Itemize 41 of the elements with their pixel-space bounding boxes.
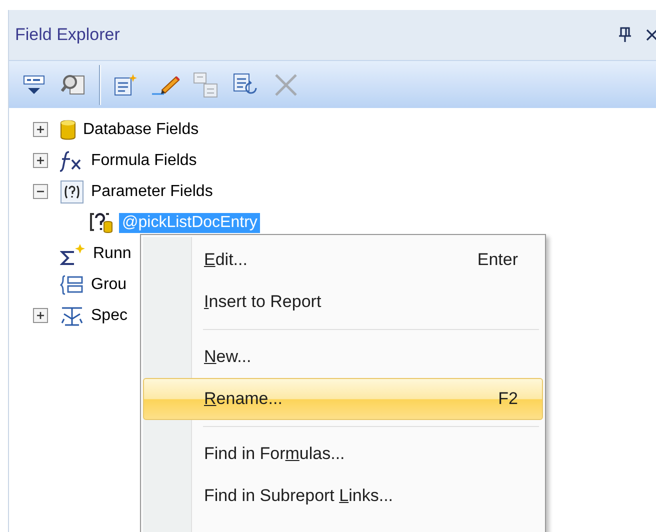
menu-item[interactable]: Find in Subreport Links... bbox=[143, 475, 543, 517]
plus-icon bbox=[36, 125, 45, 134]
special-field-icon bbox=[60, 304, 84, 326]
tree-item[interactable]: Formula Fields bbox=[88, 150, 200, 170]
tree-item[interactable]: Grou bbox=[88, 274, 130, 294]
menu-item-label: Find in Formulas... bbox=[204, 444, 346, 464]
menu-item[interactable]: Edit... Enter bbox=[143, 239, 543, 281]
parameter-database-icon bbox=[89, 210, 115, 234]
delete-icon bbox=[273, 72, 299, 98]
expander-toggle[interactable] bbox=[33, 184, 48, 199]
menu-item[interactable]: New... bbox=[143, 336, 543, 378]
expander-toggle[interactable] bbox=[33, 308, 48, 323]
tree-item[interactable]: Runn bbox=[90, 244, 134, 264]
pin-icon[interactable] bbox=[618, 27, 632, 43]
magnifier-document-icon bbox=[61, 72, 87, 96]
menu-item[interactable]: Insert to Report bbox=[143, 281, 543, 323]
shortcut-key: Enter bbox=[477, 250, 518, 270]
menu-item-label: New... bbox=[204, 347, 252, 367]
shortcut-key: F2 bbox=[498, 389, 518, 409]
plus-icon bbox=[36, 156, 45, 165]
insert-field-icon bbox=[22, 72, 46, 96]
menu-item[interactable]: Find in Formulas... bbox=[143, 433, 543, 475]
duplicate-icon bbox=[192, 72, 220, 98]
menu-item-label: Find in Subreport Links... bbox=[204, 486, 394, 506]
expander-toggle[interactable] bbox=[33, 153, 48, 168]
menu-item-label: Insert to Report bbox=[204, 292, 322, 312]
menu-item[interactable]: Rename... F2 bbox=[143, 378, 543, 420]
plus-icon bbox=[36, 311, 45, 320]
menu-item-label: Rename... bbox=[204, 389, 284, 409]
close-icon[interactable] bbox=[646, 27, 656, 43]
parameter-icon bbox=[60, 180, 84, 204]
sigma-star-icon bbox=[60, 242, 86, 264]
panel-title: Field Explorer bbox=[15, 25, 121, 45]
database-icon bbox=[60, 118, 76, 140]
tree-item[interactable]: Database Fields bbox=[80, 120, 202, 140]
menu-item-label: Edit... bbox=[204, 250, 248, 270]
expander-toggle[interactable] bbox=[33, 122, 48, 137]
tree-item[interactable]: Parameter Fields bbox=[88, 182, 216, 202]
tree-item[interactable]: Spec bbox=[88, 306, 130, 326]
group-list-icon bbox=[60, 274, 84, 296]
new-document-icon bbox=[113, 72, 139, 96]
